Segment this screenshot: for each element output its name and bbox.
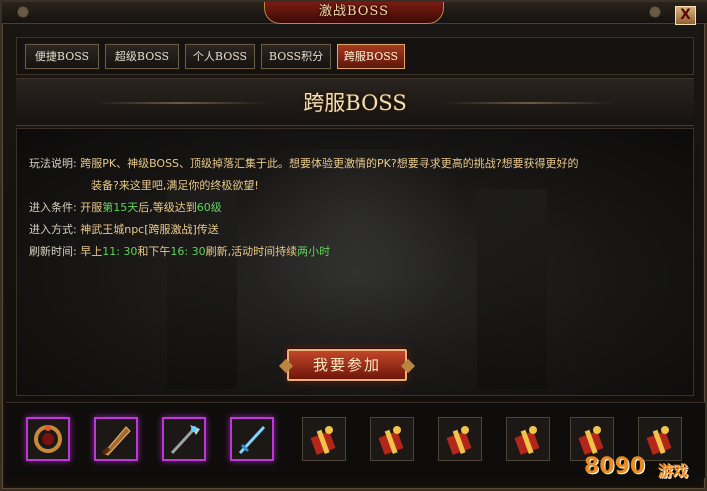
condition-pre: 开服 bbox=[80, 201, 103, 214]
reward-slot[interactable] bbox=[302, 417, 346, 461]
refresh-duration: 两小时 bbox=[297, 245, 331, 258]
reward-slot[interactable] bbox=[370, 417, 414, 461]
refresh-label: 刷新时间: bbox=[29, 245, 77, 258]
reward-slot[interactable] bbox=[162, 417, 206, 461]
gift-box-icon bbox=[446, 426, 472, 455]
refresh-mid: 和下午 bbox=[137, 245, 171, 258]
gift-box-icon bbox=[514, 426, 540, 455]
condition-day: 第15天 bbox=[102, 201, 139, 214]
boss-info-panel: 玩法说明: 跨服PK、神级BOSS、顶级掉落汇集于此。想要体验更激情的PK?想要… bbox=[16, 128, 694, 396]
gameplay-label: 玩法说明: bbox=[29, 157, 77, 170]
info-text: 玩法说明: 跨服PK、神级BOSS、顶级掉落汇集于此。想要体验更激情的PK?想要… bbox=[29, 153, 679, 263]
staff-icon bbox=[170, 425, 200, 455]
gameplay-text-cont: 装备?来这里吧,满足你的终极欲望! bbox=[91, 179, 259, 192]
site-watermark-logo: 8090 游戏 bbox=[584, 450, 704, 490]
reward-slot[interactable] bbox=[230, 417, 274, 461]
title-bar: 激战BOSS bbox=[2, 2, 707, 24]
reward-slot[interactable] bbox=[26, 417, 70, 461]
sword-icon bbox=[238, 425, 266, 455]
watermark-text: 游戏 bbox=[658, 462, 689, 480]
tab-bar: 便捷BOSS 超级BOSS 个人BOSS BOSS积分 跨服BOSS bbox=[16, 37, 694, 75]
method-text: 神武王城npc[跨服激战]传送 bbox=[80, 223, 219, 236]
join-button[interactable]: 我要参加 bbox=[287, 349, 407, 381]
watermark-number: 8090 bbox=[584, 454, 646, 479]
condition-row: 进入条件: 开服第15天后,等级达到60级 bbox=[29, 197, 679, 219]
ring-icon bbox=[34, 425, 62, 453]
section-title: 跨服BOSS bbox=[303, 91, 407, 115]
gift-box-icon bbox=[310, 426, 336, 455]
refresh-pre: 早上 bbox=[80, 245, 103, 258]
close-button[interactable]: X bbox=[675, 6, 696, 25]
method-label: 进入方式: bbox=[29, 223, 77, 236]
refresh-time-1: 11: 30 bbox=[102, 245, 138, 258]
gameplay-row: 玩法说明: 跨服PK、神级BOSS、顶级掉落汇集于此。想要体验更激情的PK?想要… bbox=[29, 153, 679, 175]
tab-super-boss[interactable]: 超级BOSS bbox=[104, 43, 180, 70]
gift-box-icon bbox=[378, 426, 404, 455]
section-banner: 跨服BOSS bbox=[16, 78, 694, 126]
refresh-mid2: 刷新,活动时间持续 bbox=[205, 245, 298, 258]
refresh-time-2: 16: 30 bbox=[170, 245, 206, 258]
tab-convenient-boss[interactable]: 便捷BOSS bbox=[24, 43, 100, 70]
condition-mid: 后,等级达到 bbox=[138, 201, 197, 214]
gameplay-row-cont: 装备?来这里吧,满足你的终极欲望! bbox=[29, 175, 679, 197]
reward-slot[interactable] bbox=[94, 417, 138, 461]
condition-label: 进入条件: bbox=[29, 201, 77, 214]
tab-cross-server-boss[interactable]: 跨服BOSS bbox=[336, 43, 406, 70]
ornament-left-icon bbox=[10, 4, 36, 20]
reward-slot[interactable] bbox=[438, 417, 482, 461]
refresh-row: 刷新时间: 早上11: 30和下午16: 30刷新,活动时间持续两小时 bbox=[29, 241, 679, 263]
method-row: 进入方式: 神武王城npc[跨服激战]传送 bbox=[29, 219, 679, 241]
condition-level: 60级 bbox=[196, 201, 222, 214]
reward-slot[interactable] bbox=[506, 417, 550, 461]
boss-window: 激战BOSS X 便捷BOSS 超级BOSS 个人BOSS BOSS积分 跨服B… bbox=[0, 0, 707, 491]
blade-icon bbox=[101, 426, 131, 456]
tab-personal-boss[interactable]: 个人BOSS bbox=[184, 43, 256, 70]
tab-boss-points[interactable]: BOSS积分 bbox=[260, 43, 332, 70]
gameplay-text: 跨服PK、神级BOSS、顶级掉落汇集于此。想要体验更激情的PK?想要寻求更高的挑… bbox=[80, 157, 579, 170]
window-title: 激战BOSS bbox=[264, 2, 444, 24]
ornament-right-icon bbox=[642, 4, 668, 20]
